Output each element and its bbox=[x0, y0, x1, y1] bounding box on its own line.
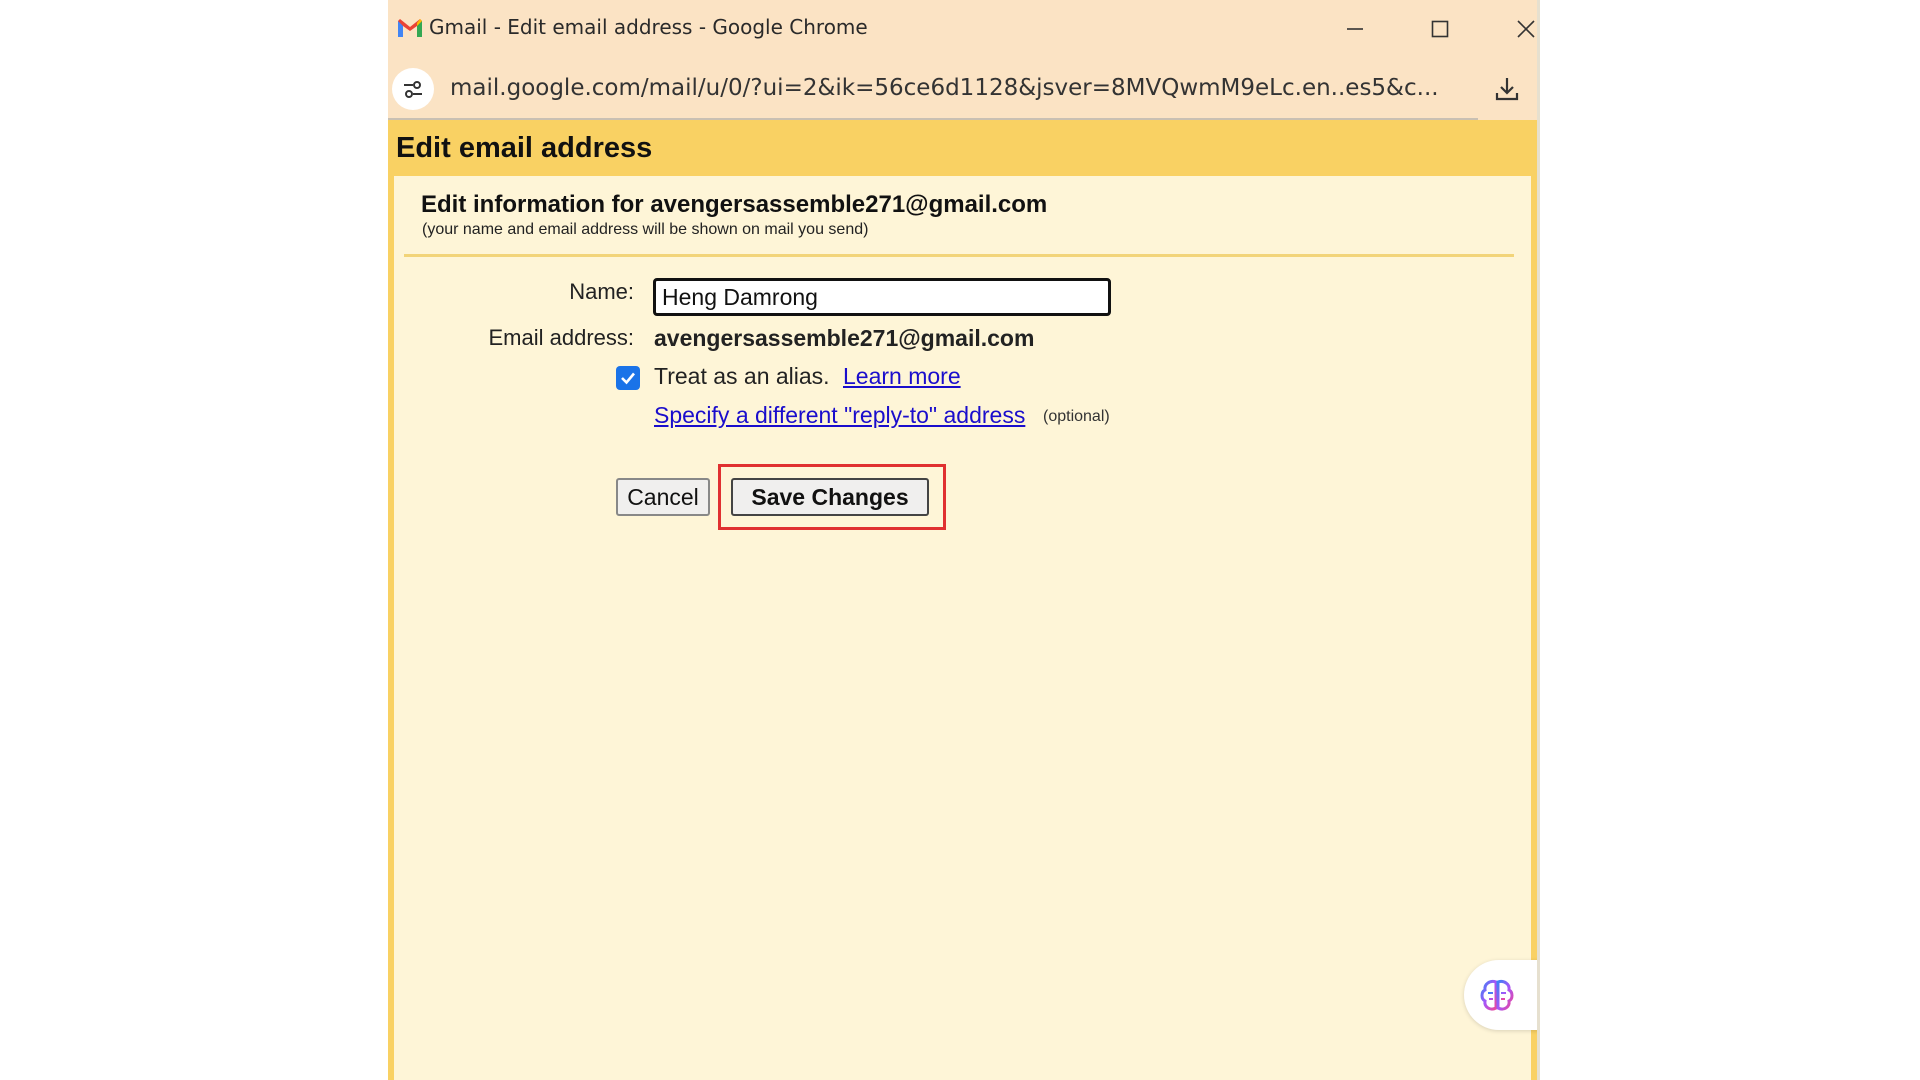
optional-note: (optional) bbox=[1043, 408, 1110, 425]
alias-label: Treat as an alias. bbox=[654, 363, 830, 389]
download-button[interactable] bbox=[1486, 68, 1528, 110]
title-bar: Gmail - Edit email address - Google Chro… bbox=[388, 0, 1537, 58]
browser-window: Gmail - Edit email address - Google Chro… bbox=[388, 0, 1540, 1080]
minimize-icon bbox=[1347, 28, 1363, 30]
minimize-button[interactable] bbox=[1325, 8, 1385, 50]
name-label: Name: bbox=[569, 279, 634, 304]
site-info-button[interactable] bbox=[392, 68, 434, 110]
page-header: Edit email address bbox=[388, 120, 1537, 176]
email-value: avengersassemble271@gmail.com bbox=[654, 325, 1035, 351]
left-border bbox=[388, 176, 394, 1080]
close-button[interactable] bbox=[1496, 8, 1537, 50]
learn-more-link[interactable]: Learn more bbox=[843, 363, 961, 390]
maximize-button[interactable] bbox=[1410, 8, 1470, 50]
page-content: Edit email address Edit information for … bbox=[388, 120, 1537, 1080]
page-title: Edit email address bbox=[396, 132, 653, 164]
divider bbox=[404, 254, 1514, 257]
address-bar: mail.google.com/mail/u/0/?ui=2&ik=56ce6d… bbox=[388, 58, 1537, 120]
download-icon bbox=[1495, 78, 1519, 101]
tune-icon bbox=[404, 81, 422, 98]
info-heading: Edit information for avengersassemble271… bbox=[421, 191, 1048, 218]
maximize-icon bbox=[1431, 20, 1449, 38]
brain-icon bbox=[1480, 980, 1514, 1011]
info-subtext: (your name and email address will be sho… bbox=[422, 221, 869, 238]
assistant-button[interactable] bbox=[1464, 960, 1537, 1030]
close-icon bbox=[1517, 20, 1535, 38]
email-label: Email address: bbox=[488, 325, 634, 350]
right-border bbox=[1531, 176, 1537, 1080]
url-text[interactable]: mail.google.com/mail/u/0/?ui=2&ik=56ce6d… bbox=[450, 75, 1470, 101]
reply-to-link[interactable]: Specify a different "reply-to" address bbox=[654, 402, 1025, 429]
cancel-button[interactable]: Cancel bbox=[616, 478, 710, 516]
save-changes-button[interactable]: Save Changes bbox=[731, 478, 929, 516]
checkmark-icon bbox=[621, 372, 635, 385]
window-title: Gmail - Edit email address - Google Chro… bbox=[429, 15, 868, 39]
gmail-logo-icon bbox=[398, 19, 422, 37]
alias-checkbox[interactable] bbox=[616, 366, 640, 390]
name-input[interactable] bbox=[653, 278, 1111, 316]
